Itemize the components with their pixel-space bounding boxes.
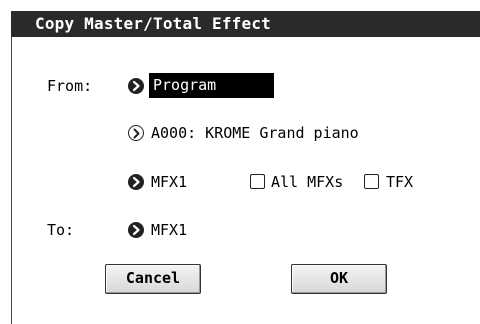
from-effect-select[interactable]: MFX1	[151, 173, 187, 191]
dialog-frame	[11, 37, 12, 324]
from-label: From:	[47, 77, 93, 95]
tfx-label: TFX	[386, 173, 414, 191]
chevron-right-icon[interactable]	[128, 222, 144, 238]
all-mfxs-label: All MFXs	[271, 173, 344, 191]
to-label: To:	[47, 221, 75, 239]
dialog-title: Copy Master/Total Effect	[35, 14, 271, 33]
source-select-value: Program	[153, 76, 217, 94]
dialog-titlebar: Copy Master/Total Effect	[11, 11, 480, 37]
chevron-right-icon[interactable]	[128, 78, 144, 94]
cancel-button[interactable]: Cancel	[105, 264, 201, 294]
tfx-checkbox[interactable]	[364, 174, 379, 189]
chevron-right-icon[interactable]	[128, 174, 144, 190]
source-select[interactable]: Program	[149, 73, 274, 98]
to-effect-select[interactable]: MFX1	[151, 221, 187, 239]
chevron-right-icon[interactable]	[128, 125, 144, 141]
program-select[interactable]: A000: KROME Grand piano	[151, 124, 359, 142]
copy-effect-dialog: Copy Master/Total Effect From: Program A…	[0, 0, 480, 324]
ok-button[interactable]: OK	[291, 264, 387, 294]
all-mfxs-checkbox[interactable]	[250, 174, 265, 189]
